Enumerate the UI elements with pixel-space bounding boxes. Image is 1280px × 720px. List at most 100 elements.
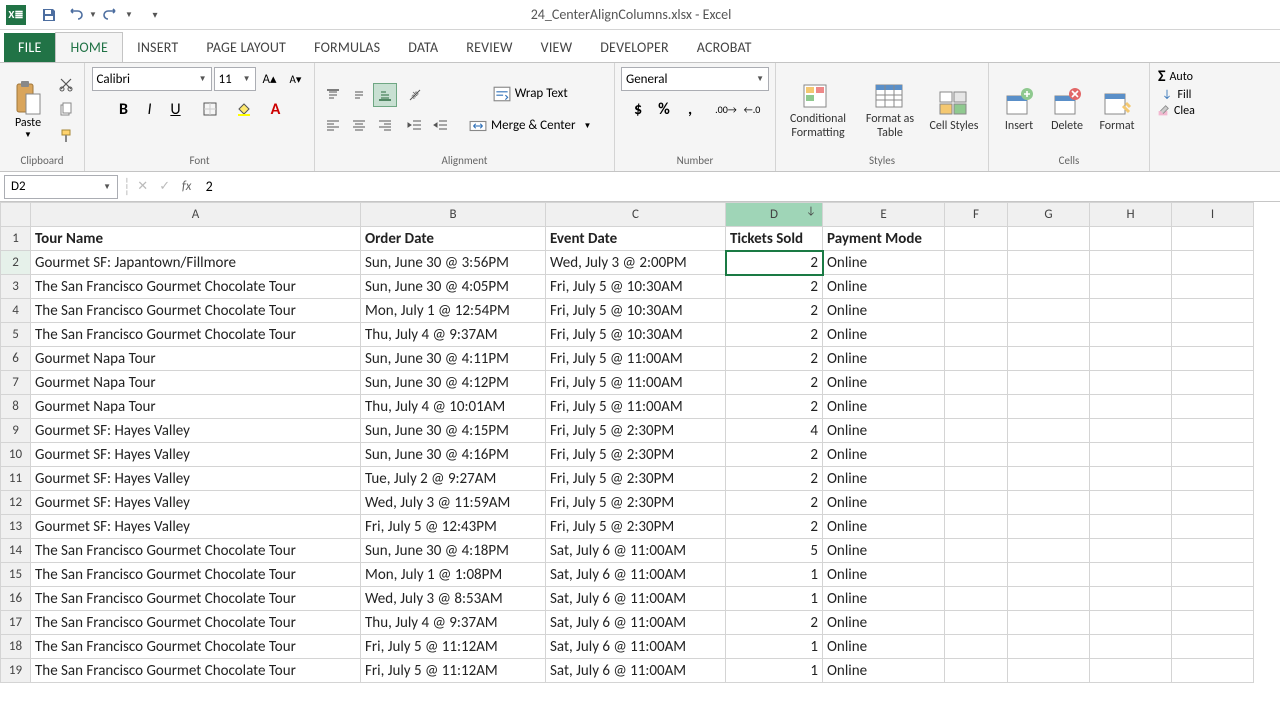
cell-G10[interactable] [1008,443,1090,467]
cell-C1[interactable]: Event Date [546,227,726,251]
cell-I6[interactable] [1172,347,1254,371]
cell-H2[interactable] [1090,251,1172,275]
redo-dropdown[interactable]: ▼ [124,2,134,28]
cell-I8[interactable] [1172,395,1254,419]
cell-D9[interactable]: 4 [726,419,823,443]
cell-C10[interactable]: Fri, July 5 @ 2:30PM [546,443,726,467]
cell-E15[interactable]: Online [823,563,945,587]
cell-H10[interactable] [1090,443,1172,467]
cell-G16[interactable] [1008,587,1090,611]
cell-B9[interactable]: Sun, June 30 @ 4:15PM [361,419,546,443]
decrease-indent-button[interactable] [403,113,427,137]
formula-bar[interactable]: 2 [198,178,1280,195]
cell-F4[interactable] [945,299,1008,323]
cell-D14[interactable]: 5 [726,539,823,563]
cell-E1[interactable]: Payment Mode [823,227,945,251]
cell-B5[interactable]: Thu, July 4 @ 9:37AM [361,323,546,347]
cell-C18[interactable]: Sat, July 6 @ 11:00AM [546,635,726,659]
cell-C5[interactable]: Fri, July 5 @ 10:30AM [546,323,726,347]
cell-C7[interactable]: Fri, July 5 @ 11:00AM [546,371,726,395]
select-all-corner[interactable] [1,203,31,227]
cell-A19[interactable]: The San Francisco Gourmet Chocolate Tour [31,659,361,683]
cell-C15[interactable]: Sat, July 6 @ 11:00AM [546,563,726,587]
row-header-7[interactable]: 7 [1,371,31,395]
col-header-G[interactable]: G [1008,203,1090,227]
decrease-font-button[interactable]: A▾ [284,67,308,91]
cell-F17[interactable] [945,611,1008,635]
orientation-button[interactable]: ab [403,83,427,107]
cell-H17[interactable] [1090,611,1172,635]
fill-color-button[interactable] [232,97,256,121]
cell-H11[interactable] [1090,467,1172,491]
tab-page-layout[interactable]: PAGE LAYOUT [192,33,300,62]
row-header-16[interactable]: 16 [1,587,31,611]
cell-A12[interactable]: Gourmet SF: Hayes Valley [31,491,361,515]
cell-G2[interactable] [1008,251,1090,275]
cell-D8[interactable]: 2 [726,395,823,419]
cell-C17[interactable]: Sat, July 6 @ 11:00AM [546,611,726,635]
cell-G13[interactable] [1008,515,1090,539]
cell-D12[interactable]: 2 [726,491,823,515]
cell-F9[interactable] [945,419,1008,443]
cell-F11[interactable] [945,467,1008,491]
cell-E3[interactable]: Online [823,275,945,299]
cell-C13[interactable]: Fri, July 5 @ 2:30PM [546,515,726,539]
cell-G18[interactable] [1008,635,1090,659]
cell-F13[interactable] [945,515,1008,539]
copy-button[interactable] [54,98,78,122]
cell-H12[interactable] [1090,491,1172,515]
row-header-15[interactable]: 15 [1,563,31,587]
tab-home[interactable]: HOME [55,32,123,62]
cell-A2[interactable]: Gourmet SF: Japantown/Fillmore [31,251,361,275]
cell-B17[interactable]: Thu, July 4 @ 9:37AM [361,611,546,635]
cell-B12[interactable]: Wed, July 3 @ 11:59AM [361,491,546,515]
cell-A7[interactable]: Gourmet Napa Tour [31,371,361,395]
cell-G9[interactable] [1008,419,1090,443]
cut-button[interactable] [54,72,78,96]
cell-B10[interactable]: Sun, June 30 @ 4:16PM [361,443,546,467]
cell-E16[interactable]: Online [823,587,945,611]
col-header-C[interactable]: C [546,203,726,227]
cell-A13[interactable]: Gourmet SF: Hayes Valley [31,515,361,539]
comma-format-button[interactable]: , [678,97,702,121]
cell-C16[interactable]: Sat, July 6 @ 11:00AM [546,587,726,611]
cell-I15[interactable] [1172,563,1254,587]
format-painter-button[interactable] [54,124,78,148]
cell-G14[interactable] [1008,539,1090,563]
italic-button[interactable]: I [138,97,162,121]
cell-E13[interactable]: Online [823,515,945,539]
cell-B1[interactable]: Order Date [361,227,546,251]
cell-D17[interactable]: 2 [726,611,823,635]
cell-H5[interactable] [1090,323,1172,347]
cell-H6[interactable] [1090,347,1172,371]
cell-B13[interactable]: Fri, July 5 @ 12:43PM [361,515,546,539]
cell-D3[interactable]: 2 [726,275,823,299]
tab-review[interactable]: REVIEW [452,33,526,62]
cell-H16[interactable] [1090,587,1172,611]
cell-G19[interactable] [1008,659,1090,683]
cell-I11[interactable] [1172,467,1254,491]
wrap-text-button[interactable]: Wrap Text [463,80,597,108]
cell-I7[interactable] [1172,371,1254,395]
row-header-11[interactable]: 11 [1,467,31,491]
row-header-19[interactable]: 19 [1,659,31,683]
cell-H14[interactable] [1090,539,1172,563]
cell-H13[interactable] [1090,515,1172,539]
cell-G11[interactable] [1008,467,1090,491]
tab-data[interactable]: DATA [394,33,452,62]
cell-A4[interactable]: The San Francisco Gourmet Chocolate Tour [31,299,361,323]
cell-G15[interactable] [1008,563,1090,587]
increase-decimal-button[interactable]: .00→ [714,97,738,121]
cell-B16[interactable]: Wed, July 3 @ 8:53AM [361,587,546,611]
cell-B15[interactable]: Mon, July 1 @ 1:08PM [361,563,546,587]
borders-button[interactable] [198,97,222,121]
cell-A3[interactable]: The San Francisco Gourmet Chocolate Tour [31,275,361,299]
cell-E9[interactable]: Online [823,419,945,443]
cell-B11[interactable]: Tue, July 2 @ 9:27AM [361,467,546,491]
align-middle-button[interactable] [347,83,371,107]
tab-insert[interactable]: INSERT [123,33,192,62]
cell-C11[interactable]: Fri, July 5 @ 2:30PM [546,467,726,491]
cell-B7[interactable]: Sun, June 30 @ 4:12PM [361,371,546,395]
cell-I14[interactable] [1172,539,1254,563]
cell-F12[interactable] [945,491,1008,515]
